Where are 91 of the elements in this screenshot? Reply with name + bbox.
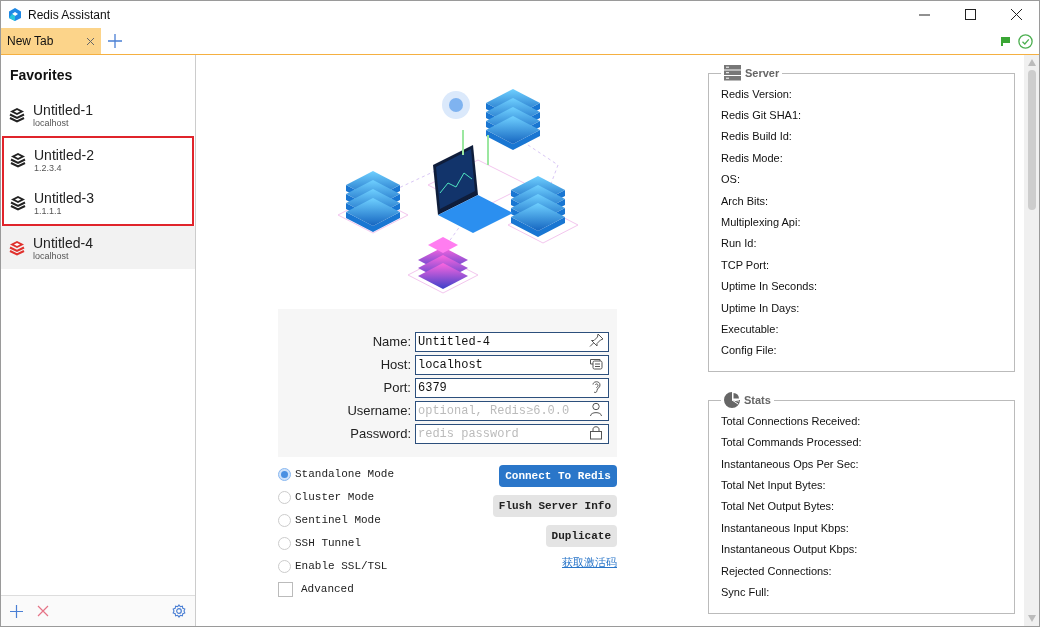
checkbox-icon[interactable]	[278, 581, 293, 597]
pie-chart-icon	[724, 392, 740, 409]
radio-icon[interactable]	[278, 559, 291, 573]
sidebar-title: Favorites	[10, 67, 74, 83]
info-label: Executable:	[721, 322, 780, 337]
settings-icon[interactable]	[172, 604, 186, 618]
scroll-up-icon[interactable]	[1027, 59, 1036, 66]
activation-code-link[interactable]: 获取激活码	[562, 555, 617, 570]
connection-name: Untitled-1	[33, 101, 93, 118]
info-label: Config File:	[721, 343, 778, 359]
group-title: Server	[745, 67, 780, 79]
mode-radio[interactable]: Sentinel Mode	[278, 511, 395, 529]
input-field[interactable]: 6379	[415, 378, 609, 398]
info-label: Instantaneous Output Kbps:	[721, 542, 859, 558]
pin-icon	[589, 333, 604, 348]
host-icon	[589, 356, 604, 371]
input-field[interactable]: Untitled-4	[415, 332, 609, 352]
info-label: Total Net Input Bytes:	[721, 477, 827, 493]
info-label: Total Connections Received:	[721, 413, 862, 429]
field-label: Port:	[382, 379, 411, 395]
radio-icon[interactable]	[278, 467, 291, 481]
info-label: Redis Mode:	[721, 150, 784, 166]
advanced-checkbox[interactable]: Advanced	[278, 580, 395, 598]
info-label: Run Id:	[721, 236, 758, 252]
action-button[interactable]: Flush Server Info	[492, 495, 617, 517]
scroll-down-icon[interactable]	[1027, 615, 1036, 622]
database-icon	[9, 106, 25, 123]
connection-host: 1.2.3.4	[34, 162, 63, 173]
info-label: Uptime In Days:	[721, 300, 801, 316]
info-label: Redis Git SHA1:	[721, 108, 803, 124]
field-label: Name:	[371, 333, 411, 349]
info-label: Arch Bits:	[721, 193, 770, 209]
lock-icon	[589, 425, 604, 440]
info-label: Redis Build Id:	[721, 129, 793, 145]
input-field[interactable]: localhost	[415, 355, 609, 375]
scrollbar[interactable]	[1024, 55, 1039, 626]
add-tab-icon[interactable]	[108, 34, 122, 48]
connection-host: 1.1.1.1	[34, 205, 63, 216]
mode-radio[interactable]: Enable SSL/TSL	[278, 557, 395, 575]
maximize-icon	[964, 9, 976, 20]
info-label: Instantaneous Ops Per Sec:	[721, 456, 860, 472]
info-label: Redis Version:	[721, 86, 793, 102]
server-icon	[724, 65, 741, 81]
database-icon	[10, 151, 26, 168]
connection-name: Untitled-3	[34, 189, 94, 206]
info-label: Instantaneous Input Kbps:	[721, 520, 850, 536]
field-label: Host:	[379, 356, 411, 372]
field-label: Password:	[349, 425, 411, 441]
group-title: Stats	[744, 394, 771, 407]
tab-label: New Tab	[7, 34, 54, 48]
flag-icon[interactable]	[1001, 36, 1010, 46]
info-label: Multiplexing Api:	[721, 215, 802, 231]
info-label: Total Net Output Bytes:	[721, 499, 836, 515]
action-button[interactable]: Connect To Redis	[499, 465, 617, 487]
window-title: Redis Assistant	[28, 7, 112, 22]
check-circle-icon[interactable]	[1018, 33, 1033, 49]
info-label: Total Commands Processed:	[721, 435, 863, 451]
connection-name: Untitled-2	[34, 146, 94, 163]
input-field[interactable]: redis password	[415, 424, 609, 444]
radio-icon[interactable]	[278, 490, 291, 504]
info-label: TCP Port:	[721, 257, 771, 273]
ear-icon	[589, 379, 604, 394]
input-field[interactable]: optional, Redis≥6.0.0	[415, 401, 609, 421]
action-button[interactable]: Duplicate	[545, 525, 617, 547]
info-label: Sync Full:	[721, 584, 771, 600]
favorite-item[interactable]: Untitled-4 localhost	[1, 226, 195, 269]
mode-radio[interactable]: Standalone Mode	[278, 465, 395, 483]
close-icon	[1010, 9, 1022, 20]
mode-radio[interactable]: Cluster Mode	[278, 488, 395, 506]
tab[interactable]: New Tab	[1, 28, 101, 54]
info-label: Rejected Connections:	[721, 563, 833, 579]
app-logo-icon	[8, 7, 22, 22]
info-label: Uptime In Seconds:	[721, 279, 818, 295]
add-icon[interactable]	[10, 604, 23, 618]
close-icon[interactable]	[86, 36, 95, 46]
scroll-thumb[interactable]	[1027, 70, 1036, 210]
radio-icon[interactable]	[278, 513, 291, 527]
mode-radio[interactable]: SSH Tunnel	[278, 534, 395, 552]
favorite-item[interactable]: Untitled-2 1.2.3.4	[4, 138, 192, 181]
info-label: OS:	[721, 172, 741, 188]
connection-host: localhost	[33, 250, 70, 261]
delete-icon[interactable]	[37, 605, 49, 617]
radio-icon[interactable]	[278, 536, 291, 550]
favorite-item[interactable]: Untitled-3 1.1.1.1	[4, 181, 192, 224]
connection-host: localhost	[33, 117, 70, 128]
database-icon	[9, 239, 25, 256]
database-icon	[10, 194, 26, 211]
user-icon	[589, 402, 604, 417]
favorite-item[interactable]: Untitled-1 localhost	[1, 93, 195, 136]
connection-name: Untitled-4	[33, 234, 93, 251]
field-label: Username:	[346, 402, 411, 418]
